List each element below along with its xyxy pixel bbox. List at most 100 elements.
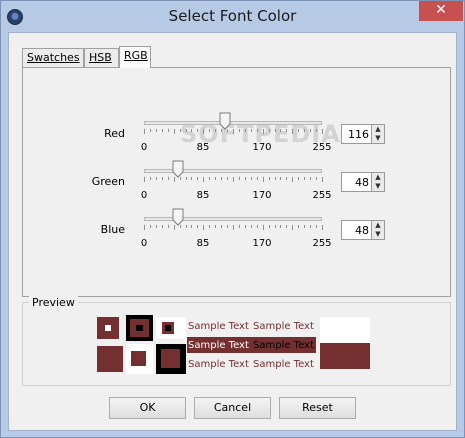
green-tick-label: 0: [140, 190, 148, 201]
slider-tick: [257, 177, 258, 180]
blue-spinner[interactable]: 48 ▲ ▼: [341, 220, 385, 240]
tab-rgb[interactable]: RGB: [119, 46, 151, 68]
slider-tick: [292, 177, 293, 182]
blue-tick-label: 255: [312, 238, 332, 249]
slider-tick: [197, 225, 198, 228]
tab-swatches[interactable]: Swatches: [22, 48, 84, 67]
slider-tick: [275, 129, 276, 132]
preview-large-color: [320, 343, 370, 369]
ok-button[interactable]: OK: [109, 397, 186, 419]
slider-tick: [209, 177, 210, 180]
slider-tick: [275, 177, 276, 180]
dialog-content: Swatches HSB RGB SOFTPEDIA Red 0 85 170 …: [8, 32, 457, 431]
slider-tick: [227, 225, 228, 228]
slider-tick: [269, 225, 270, 228]
blue-tick-label: 170: [252, 238, 272, 249]
red-slider-ticks: [144, 129, 323, 134]
slider-tick: [215, 129, 216, 132]
slider-tick: [144, 129, 145, 134]
slider-tick: [239, 225, 240, 228]
green-value: 48: [355, 176, 369, 189]
slider-tick: [168, 129, 169, 132]
slider-tick: [215, 225, 216, 228]
preview-swatch: [105, 325, 111, 331]
slider-tick: [316, 177, 317, 180]
slider-tick: [156, 225, 157, 228]
red-spinner[interactable]: 116 ▲ ▼: [341, 124, 385, 144]
slider-tick: [209, 129, 210, 132]
green-slider-track: [144, 169, 322, 173]
preview-swatch: [97, 346, 123, 372]
slider-tick: [191, 129, 192, 132]
slider-tick: [186, 177, 187, 180]
slider-tick: [292, 129, 293, 134]
slider-tick: [221, 177, 222, 180]
blue-spin-down-icon[interactable]: ▼: [371, 230, 384, 239]
preview-group: Preview Sample Text Sample Text Sample T…: [22, 296, 451, 386]
slider-tick: [316, 129, 317, 132]
red-slider-thumb[interactable]: [219, 112, 231, 130]
slider-tick: [197, 129, 198, 132]
slider-tick: [203, 129, 204, 134]
slider-tick: [322, 177, 323, 182]
green-tick-label: 170: [252, 190, 272, 201]
slider-tick: [221, 225, 222, 228]
slider-tick: [150, 225, 151, 228]
green-slider-thumb[interactable]: [172, 160, 184, 178]
slider-tick: [239, 129, 240, 132]
slider-tick: [186, 129, 187, 132]
window-title: Select Font Color: [168, 7, 297, 25]
blue-tick-label: 0: [140, 238, 148, 249]
cancel-button[interactable]: Cancel: [194, 397, 271, 419]
preview-swatch: [161, 349, 180, 368]
slider-tick: [156, 177, 157, 180]
slider-tick: [209, 225, 210, 228]
slider-tick: [269, 177, 270, 180]
green-spin-down-icon[interactable]: ▼: [371, 182, 384, 191]
slider-tick: [286, 177, 287, 180]
slider-tick: [263, 225, 264, 230]
blue-slider-thumb[interactable]: [172, 208, 184, 226]
red-slider-track: [144, 121, 322, 125]
slider-tick: [203, 177, 204, 182]
red-spin-down-icon[interactable]: ▼: [371, 134, 384, 143]
slider-tick: [322, 225, 323, 230]
tab-hsb[interactable]: HSB: [84, 48, 119, 67]
slider-tick: [197, 177, 198, 180]
red-tick-label: 255: [312, 142, 332, 153]
slider-tick: [322, 129, 323, 134]
slider-tick: [233, 177, 234, 182]
sample-text: Sample Text: [253, 321, 314, 332]
sample-text: Sample Text: [188, 321, 249, 332]
preview-swatch: [131, 351, 146, 366]
slider-tick: [162, 129, 163, 132]
slider-tick: [144, 177, 145, 182]
preview-swatch: [136, 325, 143, 331]
close-button[interactable]: ✕: [419, 1, 463, 21]
slider-tick: [257, 129, 258, 132]
slider-tick: [298, 177, 299, 180]
sample-text: Sample Text: [253, 359, 314, 370]
slider-tick: [304, 225, 305, 228]
slider-tick: [156, 129, 157, 132]
rgb-panel: SOFTPEDIA Red 0 85 170 255 116 ▲ ▼ Green…: [22, 67, 451, 297]
slider-tick: [257, 225, 258, 228]
green-tick-label: 255: [312, 190, 332, 201]
slider-tick: [269, 129, 270, 132]
sample-text-inverted: Sample Text: [188, 340, 249, 351]
blue-tick-label: 85: [196, 238, 210, 249]
slider-tick: [245, 129, 246, 132]
title-bar: Select Font Color ✕: [1, 1, 464, 32]
blue-spin-up-icon[interactable]: ▲: [371, 221, 384, 230]
slider-tick: [280, 177, 281, 180]
green-spin-up-icon[interactable]: ▲: [371, 173, 384, 182]
slider-tick: [245, 225, 246, 228]
red-spin-up-icon[interactable]: ▲: [371, 125, 384, 134]
green-spinner[interactable]: 48 ▲ ▼: [341, 172, 385, 192]
slider-tick: [180, 129, 181, 132]
preview-large-white: [320, 317, 370, 343]
slider-tick: [310, 177, 311, 180]
slider-tick: [191, 177, 192, 180]
reset-button[interactable]: Reset: [279, 397, 356, 419]
slider-tick: [233, 129, 234, 134]
